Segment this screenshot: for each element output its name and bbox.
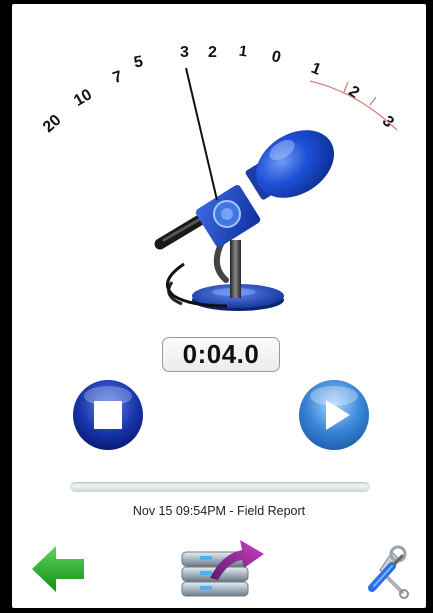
settings-tools-icon [368,545,409,599]
scale-label-7: 7 [111,68,125,87]
scale-label-0: 0 [270,48,283,67]
device-frame: 20 10 7 5 3 2 1 0 1 2 3 0:04.0 Nov 15 09… [0,0,433,613]
stop-icon [73,380,143,450]
transfer-icon [181,540,264,597]
scale-label-3: 3 [180,44,189,61]
scale-label-plus1: 1 [309,60,324,79]
scale-label-10: 10 [71,86,95,110]
back-button[interactable] [28,542,88,596]
level-needle [185,67,218,201]
playback-progress-bar[interactable] [70,482,370,492]
elapsed-time-display: 0:04.0 [162,337,280,372]
play-icon [299,380,369,450]
scale-label-20: 20 [40,112,65,137]
peak-tick [343,81,349,93]
peak-tick [369,96,377,106]
back-arrow-icon [32,546,84,592]
scale-label-1: 1 [238,43,249,61]
vu-meter: 20 10 7 5 3 2 1 0 1 2 3 [40,43,398,311]
elapsed-time: 0:04.0 [182,339,260,369]
recorder-screen: 20 10 7 5 3 2 1 0 1 2 3 0:04.0 Nov 15 09… [12,4,426,608]
stop-button[interactable] [70,378,146,452]
transfer-button[interactable] [170,534,270,600]
play-button[interactable] [296,378,372,452]
recording-caption: Nov 15 09:54PM - Field Report [132,504,306,518]
scale-label-plus2: 2 [345,83,362,102]
microphone-icon [154,130,335,311]
scale-label-2: 2 [208,44,217,61]
settings-button[interactable] [362,544,414,600]
scale-label-5: 5 [133,53,145,71]
